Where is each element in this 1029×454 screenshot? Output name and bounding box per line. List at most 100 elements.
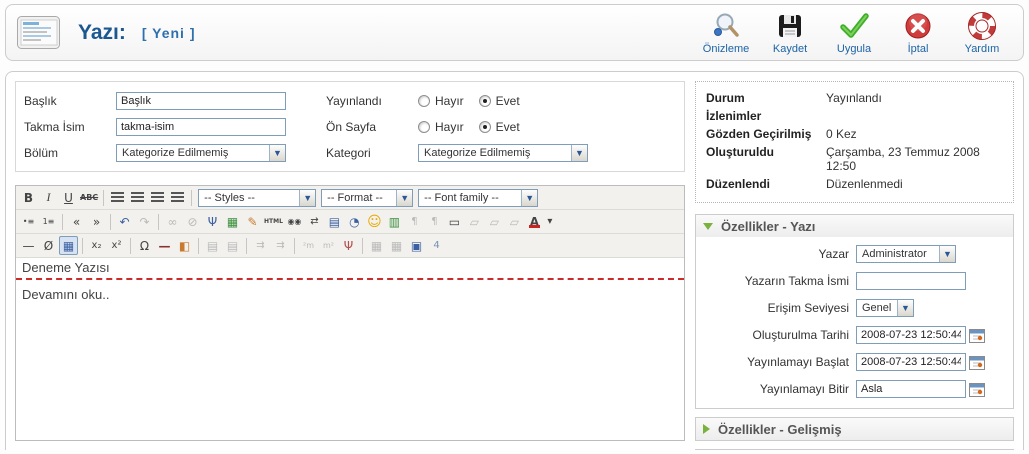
apply-check-icon <box>839 11 869 41</box>
editor-content-area[interactable]: Deneme Yazısı Devamını oku.. <box>16 258 684 440</box>
status-row-label: Düzenlendi <box>706 177 826 191</box>
author-select[interactable]: Administrator ▼ <box>856 245 956 263</box>
editor-text-line[interactable]: Deneme Yazısı <box>22 260 678 275</box>
preview-button-label: Önizleme <box>703 43 749 55</box>
published-no-label: Hayır <box>435 94 464 108</box>
toolbar-separator <box>362 238 363 254</box>
attributes-icon: ▦ <box>367 236 386 255</box>
undo-icon[interactable]: ↶ <box>115 212 134 231</box>
align-bars <box>171 192 184 203</box>
find-replace-icon[interactable]: ⇄ <box>305 212 324 231</box>
fullscreen-icon[interactable]: ▭ <box>445 212 464 231</box>
category-select[interactable]: Kategorize Edilmemiş ▼ <box>418 144 588 162</box>
align-left-icon[interactable] <box>108 188 127 207</box>
insert-media-icon[interactable]: ▥ <box>385 212 404 231</box>
special-character-icon[interactable]: Ω <box>135 236 154 255</box>
published-no-radio[interactable] <box>418 95 430 107</box>
numbered-list-icon[interactable]: 1≡ <box>39 212 58 231</box>
emotions-icon[interactable]: ☺ <box>365 212 384 231</box>
publish-start-input[interactable] <box>856 353 966 371</box>
italic-icon[interactable]: I <box>39 188 58 207</box>
toolbar-separator <box>158 214 159 230</box>
chevron-down-icon: ▼ <box>897 300 913 316</box>
author-alias-input[interactable] <box>856 272 966 290</box>
cite-icon: ²m <box>299 236 318 255</box>
category-field-label: Kategori <box>326 146 418 160</box>
format-select-value: -- Format -- <box>322 192 388 204</box>
cancel-button[interactable]: İptal <box>887 8 949 58</box>
frontpage-no-radio[interactable] <box>418 121 430 133</box>
publish-end-input[interactable] <box>856 380 966 398</box>
bullet-list-icon[interactable]: •≡ <box>19 212 38 231</box>
published-yes-label: Evet <box>496 94 520 108</box>
style-props-icon[interactable]: ◧ <box>175 236 194 255</box>
insert-time-icon[interactable]: ◔ <box>345 212 364 231</box>
cleanup-icon[interactable]: ✎ <box>243 212 262 231</box>
published-yes-radio[interactable] <box>479 95 491 107</box>
help-button[interactable]: Yardım <box>951 8 1013 58</box>
section-select[interactable]: Kategorize Edilmemiş ▼ <box>116 144 286 162</box>
help-button-label: Yardım <box>965 43 1000 55</box>
access-level-select[interactable]: Genel ▼ <box>856 299 914 317</box>
toolbar-separator <box>103 190 104 206</box>
calendar-icon[interactable] <box>969 328 985 343</box>
created-date-row: Oluşturulma Tarihi <box>701 325 1008 345</box>
subscript-icon[interactable]: x₂ <box>87 236 106 255</box>
cell-props-icon: ▤ <box>223 236 242 255</box>
horizontal-rule-icon[interactable]: — <box>19 236 38 255</box>
paste-icon: ▱ <box>465 212 484 231</box>
editor-text-line[interactable]: Devamını oku.. <box>22 287 678 302</box>
preview-magnifier-icon <box>711 11 741 41</box>
nonbreaking-icon: ▦ <box>387 236 406 255</box>
title-field-label: Başlık <box>24 94 116 108</box>
font-color-icon[interactable]: A <box>525 212 544 231</box>
insert-date-icon[interactable]: ▤ <box>325 212 344 231</box>
author-alias-label: Yazarın Takma İsmi <box>701 274 849 288</box>
toolbar-separator <box>191 190 192 206</box>
align-right-icon[interactable] <box>148 188 167 207</box>
underline-icon[interactable]: U <box>59 188 78 207</box>
frontpage-yes-radio[interactable] <box>479 121 491 133</box>
status-row-label: İzlenimler <box>706 109 826 123</box>
title-input[interactable] <box>116 92 286 110</box>
font-family-select[interactable]: -- Font family -- ▼ <box>418 189 538 207</box>
author-row: Yazar Administrator ▼ <box>701 244 1008 264</box>
main-content: Başlık Yayınlandı Hayır Evet Takma İsim … <box>5 71 1024 450</box>
indent-icon[interactable]: » <box>87 212 106 231</box>
superscript-icon[interactable]: x² <box>107 236 126 255</box>
properties-advanced-panel-header[interactable]: Özellikler - Gelişmiş <box>696 418 1013 440</box>
align-center-icon[interactable] <box>128 188 147 207</box>
apply-button[interactable]: Uygula <box>823 8 885 58</box>
insert-before-icon: ⇉ <box>251 236 270 255</box>
styles-select[interactable]: -- Styles -- ▼ <box>198 189 316 207</box>
save-button[interactable]: Kaydet <box>759 8 821 58</box>
panel-title: Özellikler - Gelişmiş <box>718 422 842 437</box>
styles-select-value: -- Styles -- <box>199 192 260 204</box>
fullpage-icon[interactable]: ▣ <box>407 236 426 255</box>
show-guidelines-icon[interactable]: ▦ <box>59 236 78 255</box>
format-select[interactable]: -- Format -- ▼ <box>321 189 413 207</box>
font-color-arrow-icon[interactable]: ▾ <box>545 212 555 231</box>
outdent-icon[interactable]: « <box>67 212 86 231</box>
find-icon[interactable]: ◉◉ <box>285 212 304 231</box>
preview-button[interactable]: Önizleme <box>695 8 757 58</box>
visual-chars-icon[interactable]: Ψ <box>339 236 358 255</box>
created-date-input[interactable] <box>856 326 966 344</box>
bold-icon[interactable]: B <box>19 188 38 207</box>
section-field-label: Bölüm <box>24 146 116 160</box>
paste-text-icon: ▱ <box>485 212 504 231</box>
remove-format-icon[interactable]: Ø <box>39 236 58 255</box>
insert-image-icon[interactable]: ▦ <box>223 212 242 231</box>
anchor-icon[interactable]: Ψ <box>203 212 222 231</box>
calendar-icon[interactable] <box>969 355 985 370</box>
html-source-icon[interactable]: HTML <box>263 212 284 231</box>
paste-word-icon: ▱ <box>505 212 524 231</box>
advanced-hr-icon[interactable]: — <box>155 236 174 255</box>
align-justify-icon[interactable] <box>168 188 187 207</box>
page-title: Yazı: <box>78 21 126 45</box>
calendar-icon[interactable] <box>969 382 985 397</box>
alias-input[interactable] <box>116 118 286 136</box>
strikethrough-icon[interactable]: ABC <box>79 188 99 207</box>
chevron-down-icon: ▼ <box>396 190 412 206</box>
properties-article-panel-header[interactable]: Özellikler - Yazı <box>696 215 1013 237</box>
